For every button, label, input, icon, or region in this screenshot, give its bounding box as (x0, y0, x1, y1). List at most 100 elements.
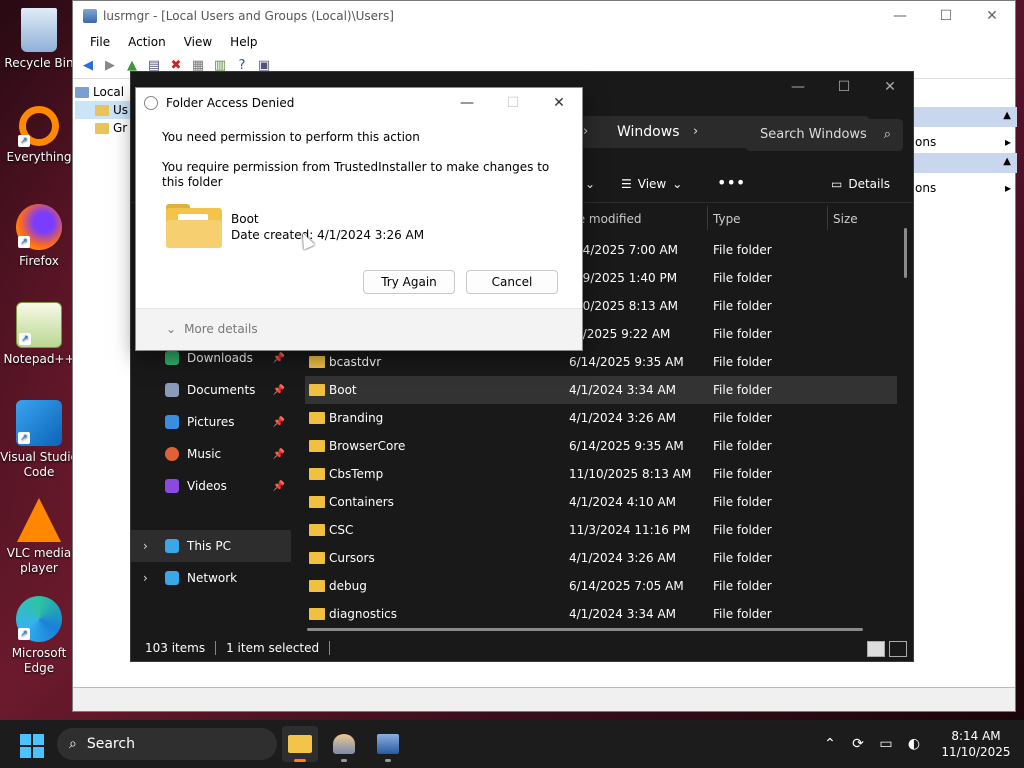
details-view-icon[interactable] (867, 641, 885, 657)
file-row-browsercore[interactable]: BrowserCore 6/14/2025 9:35 AM File folder (305, 432, 897, 460)
dialog-titlebar[interactable]: Folder Access Denied — ☐ ✕ (136, 88, 582, 118)
nav-label: Pictures (187, 415, 235, 429)
row-name: Cursors (329, 551, 375, 565)
row-name: CbsTemp (329, 467, 384, 481)
column-header-type[interactable]: Type (713, 208, 741, 230)
back-arrow-icon[interactable]: ◀ (79, 57, 97, 75)
menu-action[interactable]: Action (119, 35, 175, 49)
forward-arrow-icon[interactable]: ▶ (101, 57, 119, 75)
tree-item-groups[interactable]: Gr (75, 119, 135, 137)
horizontal-scrollbar[interactable] (307, 628, 863, 631)
maximize-button[interactable]: ☐ (923, 1, 969, 31)
minimize-button[interactable]: — (877, 1, 923, 31)
table-row[interactable]: /10/2025 8:13 AM File folder (571, 292, 901, 320)
close-button[interactable]: ✕ (536, 88, 582, 118)
minimize-button[interactable]: — (775, 72, 821, 102)
row-date: 6/14/2025 7:05 AM (569, 579, 684, 593)
nav-item-documents[interactable]: Documents 📌 (131, 374, 291, 406)
taskbar-file-explorer[interactable] (282, 726, 318, 762)
actions-header[interactable]: ▲ (913, 153, 1017, 173)
row-name: diagnostics (329, 607, 398, 621)
cancel-button[interactable]: Cancel (466, 270, 558, 294)
row-type: File folder (713, 271, 772, 285)
actions-header[interactable]: ▲ (913, 107, 1017, 127)
nav-item-videos[interactable]: Videos 📌 (131, 470, 291, 502)
expand-chevron-icon[interactable]: › (143, 571, 148, 585)
nav-item-pictures[interactable]: Pictures 📌 (131, 406, 291, 438)
desktop-icon-vscode[interactable]: ↗ Visual Studio Code (0, 400, 78, 480)
taskbar-search-label: Search (86, 736, 135, 752)
tree-item-users[interactable]: Us (75, 101, 135, 119)
desktop-icon-recycle-bin[interactable]: Recycle Bin (0, 8, 78, 71)
file-row-diagnostics[interactable]: diagnostics 4/1/2024 3:34 AM File folder (305, 600, 897, 628)
row-date: /10/2025 8:13 AM (571, 299, 679, 313)
table-row[interactable]: /19/2025 1:40 PM File folder (571, 264, 901, 292)
nav-item-music[interactable]: Music 📌 (131, 438, 291, 470)
row-date: 4/1/2024 3:34 AM (569, 607, 677, 621)
more-options-icon[interactable]: ••• (717, 173, 745, 192)
file-row-branding[interactable]: Branding 4/1/2024 3:26 AM File folder (305, 404, 897, 432)
nav-item-network[interactable]: › Network (131, 562, 291, 594)
column-header-size[interactable]: Size (833, 208, 858, 230)
table-row[interactable]: 4/4/2025 7:00 AM File folder (571, 236, 901, 264)
column-separator[interactable] (827, 206, 828, 230)
minimize-button[interactable]: — (444, 88, 490, 118)
network-status-icon[interactable]: ◐ (900, 736, 928, 752)
taskbar-search[interactable]: ⌕ Search (57, 728, 277, 760)
breadcrumb-windows[interactable]: Windows (617, 124, 680, 140)
chevron-down-icon[interactable]: ⌄ (585, 177, 595, 191)
view-list-icon: ☰ (621, 177, 632, 191)
submenu-arrow-icon: ▸ (1004, 181, 1011, 195)
file-row-cursors[interactable]: Cursors 4/1/2024 3:26 AM File folder (305, 544, 897, 572)
chevron-right-icon: › (583, 124, 589, 139)
desktop-icon-vlc[interactable]: VLC media player (0, 498, 78, 576)
desktop-icon-label: Everything (6, 150, 72, 164)
desktop-icon-edge[interactable]: ↗ Microsoft Edge (0, 596, 78, 676)
clock[interactable]: 8:14 AM 11/10/2025 (928, 728, 1024, 760)
menu-view[interactable]: View (175, 35, 221, 49)
desktop-icon-firefox[interactable]: ↗ Firefox (0, 204, 78, 269)
file-row-bcastdvr[interactable]: bcastdvr 6/14/2025 9:35 AM File folder (305, 348, 897, 376)
display-icon[interactable]: ▭ (872, 736, 900, 752)
file-row-debug[interactable]: debug 6/14/2025 7:05 AM File folder (305, 572, 897, 600)
table-row[interactable]: /8/2025 9:22 AM File folder (571, 320, 901, 348)
vertical-scrollbar[interactable] (904, 228, 907, 278)
search-input[interactable]: Search Windows ⌕ (746, 119, 903, 151)
lusrmgr-titlebar[interactable]: lusrmgr - [Local Users and Groups (Local… (73, 1, 1015, 31)
row-type: File folder (713, 523, 772, 537)
action-more[interactable]: ons ▸ (913, 177, 1017, 199)
file-row-boot[interactable]: Boot 4/1/2024 3:34 AM File folder (305, 376, 897, 404)
close-button[interactable]: ✕ (867, 72, 913, 102)
view-button[interactable]: ☰ View ⌄ (621, 177, 682, 191)
try-again-button[interactable]: Try Again (363, 270, 455, 294)
folder-icon (309, 608, 325, 620)
taskbar-mmc-app[interactable] (370, 726, 406, 762)
nav-label: This PC (187, 539, 231, 553)
network-icon (165, 571, 179, 585)
folder-icon (95, 122, 109, 134)
file-row-cbstemp[interactable]: CbsTemp 11/10/2025 8:13 AM File folder (305, 460, 897, 488)
tiles-view-icon[interactable] (889, 641, 907, 657)
chevron-up-icon[interactable]: ⌃ (816, 736, 844, 752)
action-more[interactable]: ons ▸ (913, 131, 1017, 153)
nav-item-this-pc[interactable]: › This PC (131, 530, 291, 562)
start-button[interactable] (20, 734, 44, 758)
expand-chevron-icon[interactable]: › (143, 539, 148, 553)
close-button[interactable]: ✕ (969, 1, 1015, 31)
details-pane-button[interactable]: ▭ Details (831, 177, 890, 191)
menu-help[interactable]: Help (221, 35, 266, 49)
desktop-icon-notepadpp[interactable]: ↗ Notepad++ (0, 302, 78, 367)
column-separator[interactable] (707, 206, 708, 230)
file-row-csc[interactable]: CSC 11/3/2024 11:16 PM File folder (305, 516, 897, 544)
column-header-date-modified[interactable]: te modified (573, 208, 641, 230)
tree-item-local[interactable]: Local (75, 83, 135, 101)
more-details-toggle[interactable]: ⌄ More details (166, 322, 258, 336)
desktop-icon-everything[interactable]: ↗ Everything (0, 106, 78, 165)
file-row-containers[interactable]: Containers 4/1/2024 4:10 AM File folder (305, 488, 897, 516)
sync-icon[interactable]: ⟳ (844, 736, 872, 752)
maximize-button[interactable]: ☐ (821, 72, 867, 102)
row-date: /8/2025 9:22 AM (571, 327, 671, 341)
row-name: BrowserCore (329, 439, 406, 453)
taskbar-users-app[interactable] (326, 726, 362, 762)
menu-file[interactable]: File (81, 35, 119, 49)
